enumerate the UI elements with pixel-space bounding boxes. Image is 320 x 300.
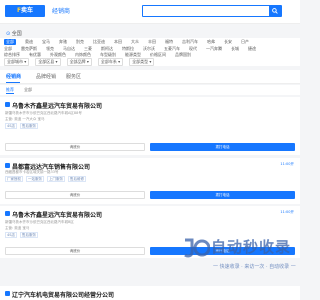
dealer-main-brands: 主营: 奥迪 一汽大众 宝马	[5, 117, 45, 121]
site-logo[interactable]: F卖车	[5, 5, 45, 17]
top-header: F卖车 经销商	[0, 0, 300, 24]
dealer-tag: 上门服务	[47, 176, 65, 182]
watermark-logo-icon	[184, 238, 210, 258]
dealer-tag: 一站服务	[26, 176, 44, 182]
tab-indicator	[6, 82, 20, 83]
filter-option[interactable]: 捷途	[248, 46, 256, 52]
search-button[interactable]	[269, 6, 281, 16]
dealer-tag: 4S店	[5, 123, 17, 129]
dealer-main-brands: 主营: 奥迪 宝马	[5, 226, 30, 230]
dealer-address: 西藏昌都市卡若区城关镇一路33号	[5, 170, 59, 174]
filter-option[interactable]: 宝马	[42, 39, 50, 45]
dealer-tag: 售后维修	[68, 176, 86, 182]
filter-option[interactable]: 福特	[165, 39, 173, 45]
dealer-card[interactable]: 乌鲁木齐鑫星远汽车贸易有限公司 新疆乌鲁木齐市沙依巴克区西北路汽车城A区88号 …	[0, 97, 300, 155]
filter-option[interactable]: 大众	[131, 39, 139, 45]
filter-option[interactable]: 丰田	[148, 39, 156, 45]
subtab-all[interactable]: 全部	[24, 85, 32, 95]
dealer-tags: 4S店 售后服务	[5, 232, 41, 238]
tab-brand-dealers[interactable]: 品牌经销	[36, 73, 56, 80]
filter-dropdown[interactable]: 全部类型 ▾	[129, 58, 155, 66]
select-filters: 全部城市 ▾ 全部区县 ▾ 全部品牌 ▾ 全部车系 ▾ 全部类型 ▾	[4, 58, 296, 66]
filter-panel: 全部 奥迪 宝马 奔驰 别克 比亚迪 本田 大众 丰田 福特 吉利汽车 哈弗 长安 日产 全部 雷克萨斯 领克…	[0, 38, 300, 66]
location-pin-icon: ⊙	[6, 31, 11, 37]
dealer-tag: 售后服务	[19, 232, 38, 238]
filter-option[interactable]: 奥迪	[25, 39, 33, 45]
dealer-tags: 4S店 售后服务	[5, 123, 41, 129]
open-time: 11:00开	[280, 162, 294, 166]
tab-service-area[interactable]: 服务区	[66, 73, 81, 80]
dealer-badge-icon	[5, 211, 10, 216]
logo-text: 卖车	[21, 7, 34, 14]
filter-option[interactable]: 比亚迪	[93, 39, 105, 45]
filter-option[interactable]: 别克	[76, 39, 84, 45]
header-category[interactable]: 经销商	[52, 6, 70, 15]
filter-dropdown[interactable]: 全部车系 ▾	[97, 58, 124, 66]
dealer-address: 新疆乌鲁木齐市沙依巴克区西北路汽车城B区	[5, 220, 74, 224]
ask-price-button[interactable]: 询底价	[5, 247, 145, 255]
dealer-name[interactable]: 乌鲁木齐鑫星远汽车贸易有限公司	[12, 101, 102, 110]
call-button[interactable]: 拨打电话	[150, 143, 295, 151]
filter-option[interactable]: 日产	[241, 39, 249, 45]
filter-option[interactable]: 一汽奔腾	[206, 46, 222, 52]
subtab-recommend[interactable]: 推荐	[6, 86, 14, 94]
tab-dealers[interactable]: 经销商	[6, 73, 21, 80]
dealer-card[interactable]: 辽宁汽车机电贸易有限公司经营分公司	[0, 286, 300, 300]
dealer-card[interactable]: 昌都富远达汽车销售有限公司 11:00开 西藏昌都市卡若区城关镇一路33号 厂家…	[0, 158, 300, 204]
main-tabs: 经销商 品牌经销 服务区	[0, 70, 300, 84]
dealer-name[interactable]: 乌鲁木齐鑫星远汽车贸易有限公司	[12, 210, 102, 219]
dealer-address: 新疆乌鲁木齐市沙依巴克区西北路汽车城A区88号	[5, 111, 82, 115]
search-input[interactable]	[142, 5, 282, 17]
filter-option[interactable]: 长安	[224, 39, 232, 45]
filter-option[interactable]: 哈弗	[207, 39, 215, 45]
location-selector[interactable]: ⊙ 全国	[6, 30, 22, 37]
call-button[interactable]: 拨打电话	[150, 191, 295, 199]
filter-option[interactable]: 长城	[231, 46, 239, 52]
filter-option[interactable]: 本田	[114, 39, 122, 45]
dealer-badge-icon	[5, 163, 10, 168]
dealer-badge-icon	[5, 102, 10, 107]
filter-option[interactable]: 奔驰	[59, 39, 67, 45]
dealer-tag: 售后服务	[19, 123, 38, 129]
filter-option[interactable]: 吉利汽车	[182, 39, 198, 45]
filter-option[interactable]: 全部	[4, 39, 16, 45]
watermark-main-text: 自动秒收录	[211, 238, 292, 256]
open-time: 11:00开	[280, 210, 294, 214]
brand-filter-row: 全部 奥迪 宝马 奔驰 别克 比亚迪 本田 大众 丰田 福特 吉利汽车 哈弗 长安 日产	[4, 39, 258, 45]
sub-tabs: 推荐 全部	[0, 85, 300, 95]
ask-price-button[interactable]: 询底价	[5, 143, 145, 151]
watermark: 自动秒收录 一 快速收录 · 来访一次 · 自动收录 一	[182, 236, 296, 276]
search-icon	[272, 8, 278, 14]
location-text: 全国	[11, 31, 22, 37]
ask-price-button[interactable]: 询底价	[5, 191, 145, 199]
filter-dropdown[interactable]: 全部品牌 ▾	[66, 58, 92, 66]
dealer-tag: 4S店	[5, 232, 17, 238]
dealer-name[interactable]: 辽宁汽车机电贸易有限公司经营分公司	[12, 290, 114, 299]
watermark-sub-text: 一 快速收录 · 来访一次 · 自动收录 一	[213, 264, 296, 270]
dealer-badge-icon	[5, 291, 10, 296]
filter-dropdown[interactable]: 全部区县 ▾	[35, 58, 61, 66]
dealer-tag: 厂家授权	[5, 176, 23, 182]
dealer-tags: 厂家授权 一站服务 上门服务 售后维修	[5, 176, 89, 182]
filter-dropdown[interactable]: 全部城市 ▾	[4, 58, 30, 66]
